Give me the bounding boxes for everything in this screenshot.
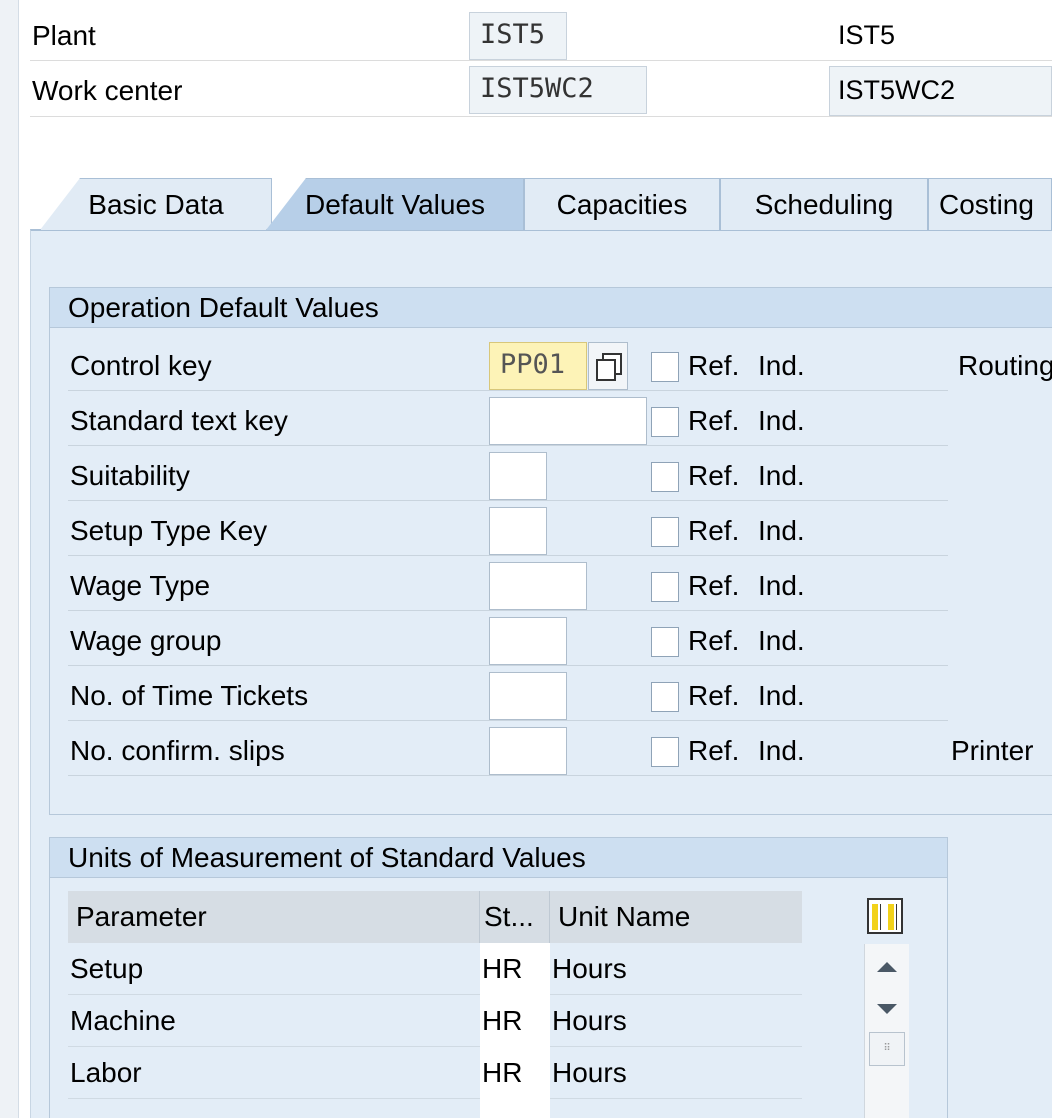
ref-ind-checkbox[interactable]: [651, 627, 679, 657]
group-title: Units of Measurement of Standard Values: [50, 838, 947, 878]
table-row[interactable]: Machine HR Hours: [68, 995, 802, 1047]
unit-name-cell: Hours: [552, 1057, 627, 1088]
std-unit-cell[interactable]: HR: [480, 1047, 550, 1099]
ref-ind-checkbox[interactable]: [651, 737, 679, 767]
ref-ind-checkbox[interactable]: [651, 572, 679, 602]
suitability-input[interactable]: [489, 452, 547, 500]
divider: [30, 60, 1052, 61]
table-row[interactable]: Labor HR Hours: [68, 1047, 802, 1099]
setup-type-key-label: Setup Type Key: [70, 515, 268, 546]
ind-label: Ind.: [758, 625, 805, 656]
tab-label: Costing: [939, 189, 1034, 220]
suitability-label: Suitability: [70, 460, 190, 491]
parameter-cell: Setup: [70, 953, 144, 984]
std-unit-cell[interactable]: HR: [480, 943, 550, 995]
ref-label: Ref.: [688, 680, 740, 711]
divider: [68, 500, 948, 501]
ref-ind-checkbox[interactable]: [651, 352, 679, 382]
routing-label: Routing: [958, 350, 1052, 381]
divider: [68, 720, 948, 721]
divider: [30, 116, 1052, 117]
left-frame-border: [0, 0, 19, 1118]
wage-group-label: Wage group: [70, 625, 222, 656]
table-row[interactable]: Setup HR Hours: [68, 943, 802, 995]
ref-ind-checkbox[interactable]: [651, 682, 679, 712]
ref-ind-checkbox[interactable]: [651, 407, 679, 437]
ind-label: Ind.: [758, 515, 805, 546]
wage-type-label: Wage Type: [70, 570, 211, 601]
column-header-unit-name[interactable]: Unit Name: [550, 891, 802, 943]
ind-label: Ind.: [758, 405, 805, 436]
control-key-label: Control key: [70, 350, 212, 381]
standard-text-key-label: Standard text key: [70, 405, 288, 436]
divider: [68, 555, 948, 556]
confirm-slips-input[interactable]: [489, 727, 567, 775]
value-help-icon: [596, 359, 616, 381]
setup-type-key-input[interactable]: [489, 507, 547, 555]
confirm-slips-label: No. confirm. slips: [70, 735, 285, 766]
std-unit-cell[interactable]: HR: [480, 995, 550, 1047]
ref-label: Ref.: [688, 570, 740, 601]
wage-type-input[interactable]: [489, 562, 587, 610]
divider: [68, 665, 948, 666]
scroll-up-icon[interactable]: [877, 962, 897, 972]
scroll-thumb[interactable]: ⠿: [869, 1032, 905, 1066]
tab-default-values[interactable]: Default Values: [266, 178, 524, 230]
scroll-down-icon[interactable]: [877, 1004, 897, 1014]
tab-capacities[interactable]: Capacities: [524, 178, 720, 230]
tab-scheduling[interactable]: Scheduling: [720, 178, 928, 230]
std-unit-cell[interactable]: [480, 1099, 550, 1119]
ref-label: Ref.: [688, 515, 740, 546]
ref-label: Ref.: [688, 405, 740, 436]
divider: [68, 610, 948, 611]
control-key-input[interactable]: PP01: [489, 342, 587, 390]
wage-group-input[interactable]: [489, 617, 567, 665]
ind-label: Ind.: [758, 680, 805, 711]
table-scrollbar[interactable]: ⠿: [864, 944, 909, 1118]
ind-label: Ind.: [758, 460, 805, 491]
tab-costing[interactable]: Costing: [928, 178, 1052, 230]
divider: [68, 445, 948, 446]
table-settings-icon[interactable]: [867, 898, 903, 934]
tab-label: Basic Data: [88, 189, 224, 220]
ind-label: Ind.: [758, 570, 805, 601]
ref-ind-checkbox[interactable]: [651, 462, 679, 492]
tab-label: Capacities: [556, 189, 688, 220]
parameter-cell: Machine: [70, 1005, 176, 1036]
tab-label: Scheduling: [754, 189, 894, 220]
time-tickets-input[interactable]: [489, 672, 567, 720]
tab-label: Default Values: [304, 189, 486, 220]
unit-name-cell: Hours: [552, 1005, 627, 1036]
standard-text-key-input[interactable]: [489, 397, 647, 445]
ref-label: Ref.: [688, 350, 740, 381]
table-row[interactable]: [68, 1099, 802, 1119]
tab-basic-data[interactable]: Basic Data: [40, 178, 272, 230]
value-help-button[interactable]: [588, 342, 628, 390]
ref-label: Ref.: [688, 735, 740, 766]
work-center-label: Work center: [32, 75, 183, 106]
plant-field[interactable]: IST5: [469, 12, 567, 60]
divider: [68, 390, 948, 391]
work-center-description: IST5WC2: [829, 66, 1052, 116]
ind-label: Ind.: [758, 350, 805, 381]
column-header-parameter[interactable]: Parameter: [68, 891, 480, 943]
divider: [948, 775, 1052, 776]
plant-label: Plant: [32, 20, 96, 51]
divider: [68, 775, 948, 776]
tab-strip: Basic Data Default Values Capacities Sch…: [40, 178, 1052, 230]
group-title: Operation Default Values: [50, 288, 1052, 328]
ref-label: Ref.: [688, 460, 740, 491]
ind-label: Ind.: [758, 735, 805, 766]
column-header-standard-unit[interactable]: St...: [480, 891, 550, 943]
time-tickets-label: No. of Time Tickets: [70, 680, 309, 711]
parameter-cell: Labor: [70, 1057, 142, 1088]
ref-label: Ref.: [688, 625, 740, 656]
unit-name-cell: Hours: [552, 953, 627, 984]
ref-ind-checkbox[interactable]: [651, 517, 679, 547]
work-center-field[interactable]: IST5WC2: [469, 66, 647, 114]
plant-description: IST5: [838, 20, 896, 50]
printer-label: Printer: [951, 735, 1034, 766]
